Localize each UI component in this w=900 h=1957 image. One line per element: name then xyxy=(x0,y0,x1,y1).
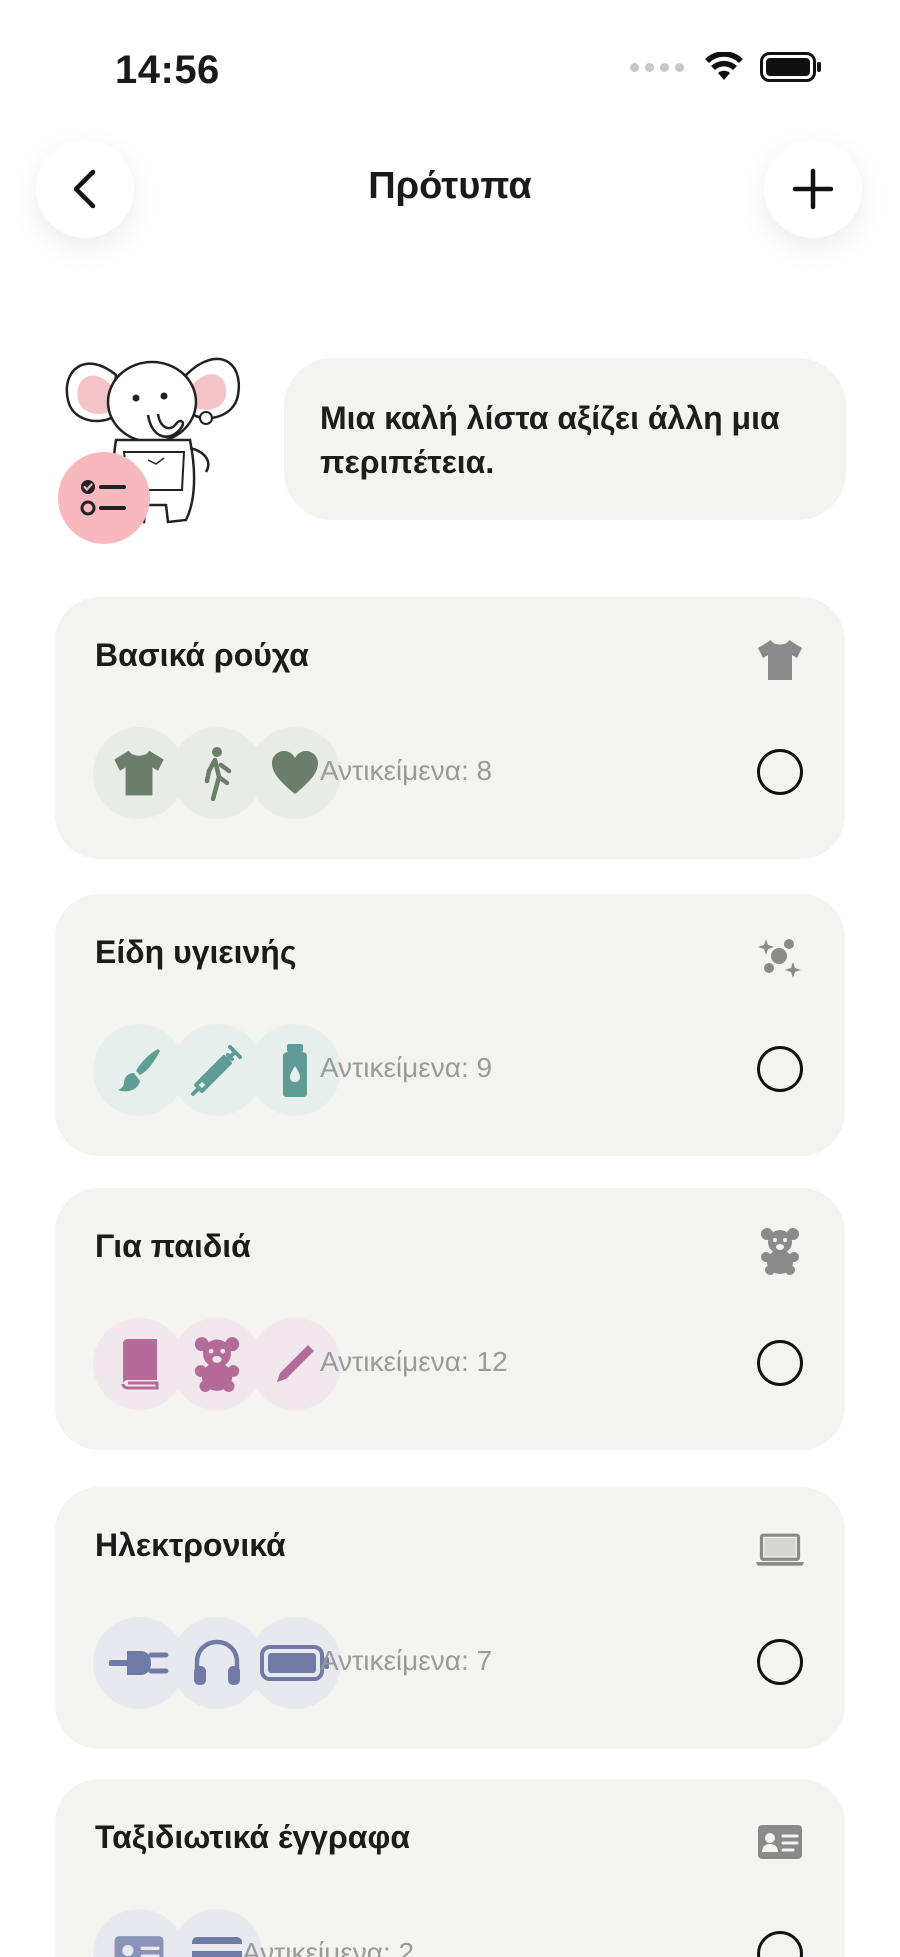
template-card[interactable]: Είδη υγιεινής Αντικείμενα: 9 xyxy=(55,894,845,1156)
wifi-icon xyxy=(705,52,743,80)
template-select-radio[interactable] xyxy=(757,1931,803,1957)
template-title: Για παιδιά xyxy=(95,1228,251,1264)
status-icons xyxy=(630,52,822,82)
template-select-radio[interactable] xyxy=(757,1340,803,1386)
status-time: 14:56 xyxy=(115,48,220,92)
sparkles-icon xyxy=(755,932,805,982)
hero-section: Μια καλή λίστα αξίζει άλλη μια περιπέτει… xyxy=(56,340,846,544)
status-bar: 14:56 xyxy=(0,0,900,120)
template-select-radio[interactable] xyxy=(757,749,803,795)
teddy-bear-icon xyxy=(755,1226,805,1276)
template-item-count: Αντικείμενα: 7 xyxy=(320,1645,493,1676)
template-select-radio[interactable] xyxy=(757,1639,803,1685)
template-item-count: Αντικείμενα: 2 xyxy=(242,1937,415,1957)
checklist-icon xyxy=(80,480,126,516)
template-card[interactable]: Ηλεκτρονικά Αντικείμενα: 7 xyxy=(55,1487,845,1749)
checklist-badge xyxy=(58,452,150,544)
mascot-speech-bubble: Μια καλή λίστα αξίζει άλλη μια περιπέτει… xyxy=(284,358,846,520)
template-title: Ηλεκτρονικά xyxy=(95,1527,286,1563)
template-card[interactable]: Βασικά ρούχα Αντικείμενα: 8 xyxy=(55,597,845,859)
add-template-button[interactable] xyxy=(764,140,862,238)
battery-icon xyxy=(760,52,821,82)
plus-icon xyxy=(792,168,834,210)
tshirt-icon xyxy=(755,635,805,685)
template-item-count: Αντικείμενα: 8 xyxy=(320,755,493,786)
template-title: Είδη υγιεινής xyxy=(95,934,297,970)
cellular-signal-icon xyxy=(630,62,684,72)
template-select-radio[interactable] xyxy=(757,1046,803,1092)
laptop-icon xyxy=(755,1525,805,1575)
template-card[interactable]: Για παιδιά Αντικείμενα: 12 xyxy=(55,1188,845,1450)
template-title: Βασικά ρούχα xyxy=(95,637,309,673)
template-card[interactable]: Ταξιδιωτικά έγγραφα Αντικείμενα: 2 xyxy=(55,1779,845,1957)
template-title: Ταξιδιωτικά έγγραφα xyxy=(95,1819,410,1855)
id-card-icon xyxy=(755,1817,805,1867)
template-item-count: Αντικείμενα: 9 xyxy=(320,1052,493,1083)
template-item-count: Αντικείμενα: 12 xyxy=(320,1346,508,1377)
